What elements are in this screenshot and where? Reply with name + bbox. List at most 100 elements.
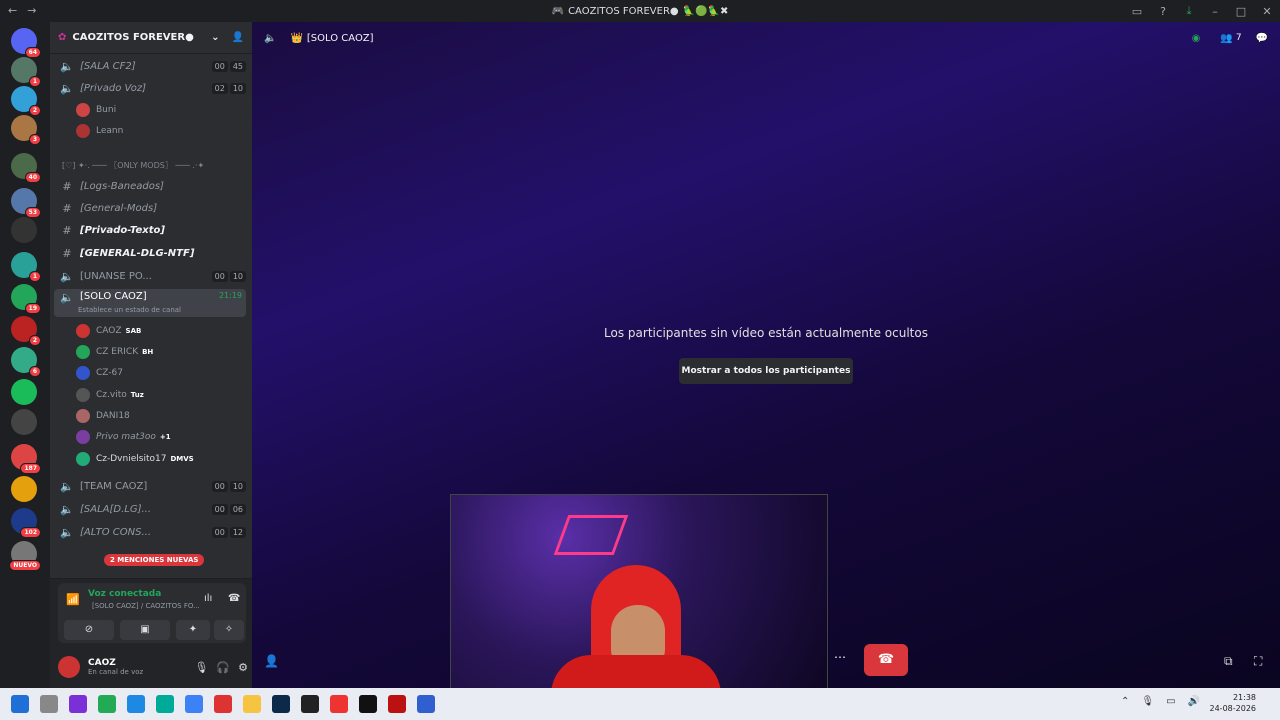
chat-icon[interactable]: 💬 xyxy=(1256,33,1268,44)
tiktok-icon[interactable] xyxy=(359,695,377,713)
activity-icon[interactable]: ◉ xyxy=(1192,33,1201,44)
fullscreen-icon[interactable]: ⛶ xyxy=(1254,654,1262,669)
voice-channel[interactable]: 🔈 [UNANSE PO... 00 10 xyxy=(54,266,246,286)
taskbar: ⌃ 🎙 ▭ 🔊 21:38 24-08-2026 xyxy=(0,688,1280,720)
text-channel[interactable]: # [GENERAL-DLG-NTF] xyxy=(54,243,246,263)
server-icon[interactable]: 2 xyxy=(11,316,41,346)
app-icon[interactable] xyxy=(127,695,145,713)
server-icon[interactable]: 2 xyxy=(11,86,41,116)
webcam-video[interactable] xyxy=(450,494,828,688)
back-arrow-icon[interactable]: ← xyxy=(8,4,17,17)
edge-icon[interactable] xyxy=(156,695,174,713)
disconnect-icon[interactable]: ☎ xyxy=(228,593,240,604)
download-icon[interactable]: ⤓ xyxy=(1176,4,1202,18)
voice-user[interactable]: Buni xyxy=(76,100,246,120)
server-icon[interactable]: 1 xyxy=(11,57,41,87)
voice-user[interactable]: Leann xyxy=(76,121,246,141)
help-icon[interactable]: ? xyxy=(1150,5,1176,18)
network-icon[interactable]: ▭ xyxy=(1166,696,1175,707)
settings-icon[interactable]: ⚙ xyxy=(238,661,248,674)
soundboard-button[interactable]: ✧ xyxy=(214,620,244,640)
chevron-up-icon[interactable]: ⌃ xyxy=(1121,696,1129,707)
server-icon[interactable] xyxy=(11,409,37,435)
app-icon[interactable] xyxy=(330,695,348,713)
voice-user[interactable]: CAOZ SAB xyxy=(76,321,246,341)
voice-channel-name[interactable]: [SOLO CAOZ] / CAOZITOS FO... xyxy=(92,602,200,610)
members-icon[interactable]: 👥 xyxy=(1220,33,1232,44)
speaker-icon: 🔈 xyxy=(60,81,74,95)
speaker-icon: 🔈 xyxy=(60,502,74,516)
camera-off-button[interactable]: ⊘ xyxy=(64,620,114,640)
mouse-icon[interactable] xyxy=(40,695,58,713)
activities-button[interactable]: ✦ xyxy=(176,620,210,640)
voice-user[interactable]: DANI18 xyxy=(76,406,246,426)
server-icon[interactable] xyxy=(11,476,37,502)
mentions-pill[interactable]: 2 MENCIONES NUEVAS xyxy=(104,554,205,566)
text-channel[interactable]: # [General-Mods] xyxy=(54,198,246,218)
app-icon[interactable] xyxy=(98,695,116,713)
volume-icon[interactable]: 🔊 xyxy=(1188,696,1200,707)
apps-icon[interactable] xyxy=(69,695,87,713)
app-icon[interactable] xyxy=(417,695,435,713)
avatar xyxy=(76,103,90,117)
server-icon[interactable]: 6 xyxy=(11,347,41,377)
server-icon[interactable]: 40 xyxy=(11,153,41,183)
epic-games-icon[interactable] xyxy=(301,695,319,713)
server-icon[interactable] xyxy=(11,217,37,243)
server-icon[interactable]: NUEVO xyxy=(9,541,41,571)
server-icon[interactable]: 3 xyxy=(11,115,41,145)
microphone-icon[interactable]: 🎙 xyxy=(1141,696,1154,707)
more-options-icon[interactable]: ⋯ xyxy=(830,650,850,670)
clock[interactable]: 21:38 24-08-2026 xyxy=(1210,692,1257,714)
voice-channel[interactable]: 🔈 [SALA CF2] 00 45 xyxy=(54,56,246,76)
text-channel[interactable]: # [Logs-Baneados] xyxy=(54,176,246,196)
voice-channel[interactable]: 🔈 [TEAM CAOZ] 00 10 xyxy=(54,476,246,496)
noise-icon[interactable]: ılı xyxy=(204,593,212,604)
screen-share-button[interactable]: ▣ xyxy=(120,620,170,640)
server-icon[interactable]: 53 xyxy=(11,188,41,218)
server-list: 64 1 2 3 40 53 1 19 2 6 187 102 NUEVO xyxy=(0,22,50,688)
server-icon[interactable]: 19 xyxy=(11,284,41,314)
maximize-button[interactable]: □ xyxy=(1228,5,1254,18)
voice-user[interactable]: Cz.vito Tuz xyxy=(76,385,246,405)
voice-channel[interactable]: 🔈 [Privado Voz] 02 10 xyxy=(54,78,246,98)
headphones-icon[interactable]: 🎧 xyxy=(216,661,230,674)
text-channel[interactable]: # [Privado-Texto] xyxy=(54,220,246,240)
app-icon[interactable] xyxy=(388,695,406,713)
photoshop-icon[interactable] xyxy=(272,695,290,713)
category-header[interactable]: [♡] ✦·. ─── 〖ONLY MODS〗 ─── .·✦ xyxy=(62,160,248,171)
voice-channel-selected[interactable]: 🔈 [SOLO CAOZ] 21:19 Establece un estado … xyxy=(54,289,246,317)
avatar[interactable] xyxy=(58,656,80,678)
disconnect-button[interactable]: ☎ xyxy=(864,644,908,676)
voice-user[interactable]: Privo mat3oo +1 xyxy=(76,427,246,447)
inbox-icon[interactable]: ▭ xyxy=(1124,5,1150,18)
voice-user[interactable]: Cz-Dvnielsito17 DMVS xyxy=(76,449,246,469)
voice-user[interactable]: CZ-67 xyxy=(76,363,246,383)
server-icon[interactable] xyxy=(11,379,37,405)
server-icon[interactable]: 64 xyxy=(11,28,41,58)
server-header[interactable]: ✿ CAOZITOS FOREVER● ⌄ 👤 xyxy=(50,22,252,54)
microphone-icon[interactable]: 🎙 xyxy=(194,661,208,674)
close-button[interactable]: ✕ xyxy=(1254,5,1280,18)
server-icon[interactable]: 1 xyxy=(11,252,41,282)
avatar xyxy=(76,388,90,402)
server-icon[interactable]: 187 xyxy=(11,444,41,474)
server-icon[interactable]: 102 xyxy=(11,508,41,538)
channel-status[interactable]: Establece un estado de canal xyxy=(78,306,181,314)
voice-status[interactable]: Voz conectada xyxy=(88,589,161,599)
voice-channel[interactable]: 🔈 [SALA[D.LG]... 00 06 xyxy=(54,499,246,519)
add-people-icon[interactable]: 👤 xyxy=(264,654,279,668)
windows-start-icon[interactable] xyxy=(11,695,29,713)
add-member-icon[interactable]: 👤 xyxy=(232,32,244,43)
folder-icon[interactable] xyxy=(243,695,261,713)
app-icon[interactable] xyxy=(185,695,203,713)
minimize-button[interactable]: – xyxy=(1202,5,1228,18)
voice-channel[interactable]: 🔈 [ALTO CONS... 00 12 xyxy=(54,522,246,542)
voice-panel: 📶 Voz conectada [SOLO CAOZ] / CAOZITOS F… xyxy=(50,578,252,688)
forward-arrow-icon[interactable]: → xyxy=(27,4,36,17)
show-all-participants-button[interactable]: Mostrar a todos los participantes xyxy=(679,358,853,384)
headset-icon[interactable] xyxy=(214,695,232,713)
chevron-down-icon[interactable]: ⌄ xyxy=(211,32,219,43)
voice-user[interactable]: CZ ERICK BH xyxy=(76,342,246,362)
popout-icon[interactable]: ⧉ xyxy=(1224,654,1233,669)
